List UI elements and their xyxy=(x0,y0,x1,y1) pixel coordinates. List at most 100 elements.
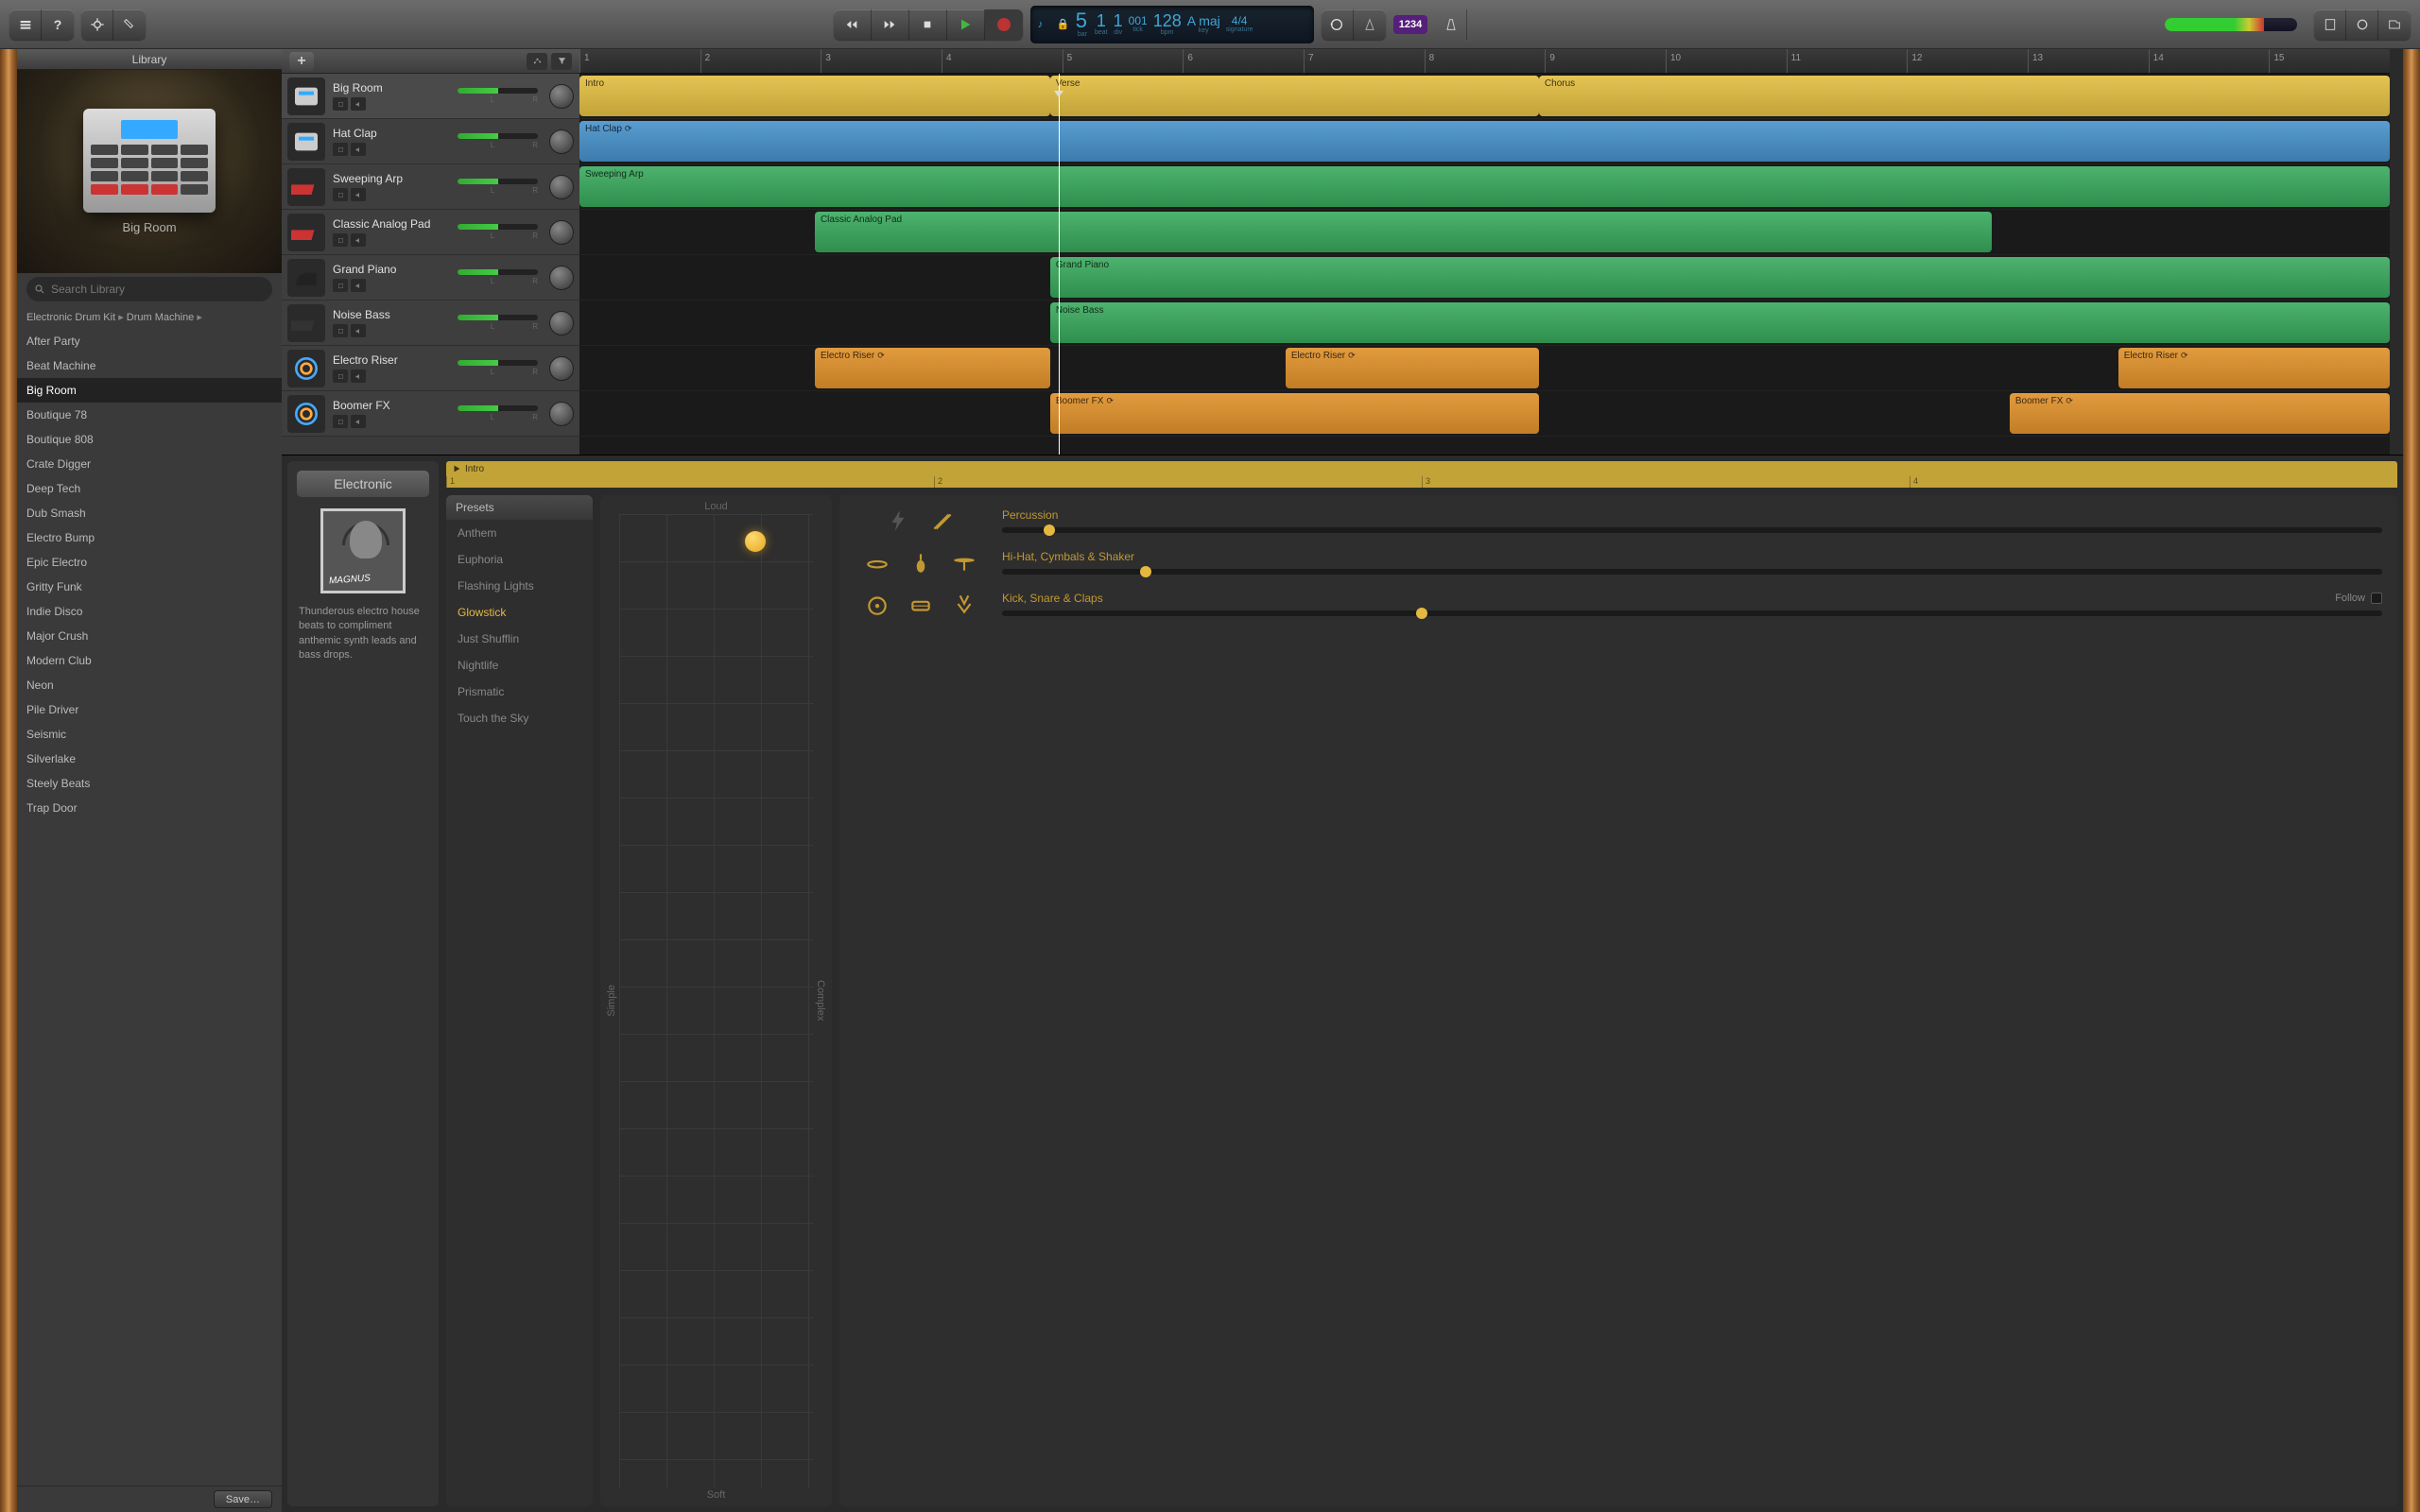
library-toggle-button[interactable] xyxy=(9,9,42,40)
solo-button[interactable] xyxy=(351,415,366,428)
track-pan-knob[interactable] xyxy=(549,356,574,381)
library-item[interactable]: Silverlake xyxy=(17,747,282,771)
mute-button[interactable] xyxy=(333,233,348,247)
metronome-button[interactable] xyxy=(1435,9,1467,40)
sticks-icon[interactable] xyxy=(928,507,957,535)
tambourine-icon[interactable] xyxy=(863,548,891,576)
library-item[interactable]: Boutique 808 xyxy=(17,427,282,452)
track-header[interactable]: Noise Bass LR xyxy=(282,301,579,346)
track-pan-knob[interactable] xyxy=(549,311,574,335)
track-volume-slider[interactable] xyxy=(458,269,538,275)
region[interactable]: Boomer FX⟳ xyxy=(1050,393,1539,434)
mute-button[interactable] xyxy=(333,143,348,156)
region[interactable]: Hat Clap⟳ xyxy=(579,121,2390,162)
library-item[interactable]: Crate Digger xyxy=(17,452,282,476)
track-pan-knob[interactable] xyxy=(549,266,574,290)
library-item[interactable]: Epic Electro xyxy=(17,550,282,575)
rewind-button[interactable] xyxy=(834,9,872,40)
drum-complexity-slider[interactable] xyxy=(1002,610,2382,616)
library-item[interactable]: Major Crush xyxy=(17,624,282,648)
lcd-display[interactable]: ♪ 🔒 5bar 1beat 1div 001tick 128bpm A maj… xyxy=(1030,6,1314,43)
region[interactable]: Intro xyxy=(579,76,1050,116)
drummer-avatar[interactable]: MAGNUS xyxy=(320,508,406,593)
solo-button[interactable] xyxy=(351,369,366,383)
regions-area[interactable]: IntroVerseChorusHat Clap⟳Sweeping ArpCla… xyxy=(579,74,2390,455)
editor-toggle-button[interactable] xyxy=(113,9,146,40)
track-pan-knob[interactable] xyxy=(549,402,574,426)
track-header[interactable]: Sweeping Arp LR xyxy=(282,164,579,210)
preset-item[interactable]: Just Shufflin xyxy=(446,626,593,652)
track-volume-slider[interactable] xyxy=(458,179,538,184)
quick-help-button[interactable] xyxy=(81,9,113,40)
track-pan-knob[interactable] xyxy=(549,129,574,154)
mute-button[interactable] xyxy=(333,188,348,201)
library-item[interactable]: Boutique 78 xyxy=(17,403,282,427)
loop-browser-button[interactable] xyxy=(2346,9,2378,40)
preset-item[interactable]: Prismatic xyxy=(446,679,593,705)
track-volume-slider[interactable] xyxy=(458,224,538,230)
preset-item[interactable]: Touch the Sky xyxy=(446,705,593,731)
shaker-icon[interactable] xyxy=(907,548,935,576)
library-item[interactable]: Modern Club xyxy=(17,648,282,673)
clap-icon[interactable] xyxy=(950,590,978,618)
region[interactable]: Sweeping Arp xyxy=(579,166,2390,207)
playhead[interactable] xyxy=(1059,74,1060,455)
count-in-display[interactable]: 1234 xyxy=(1393,15,1427,34)
library-item[interactable]: Electro Bump xyxy=(17,525,282,550)
solo-button[interactable] xyxy=(351,188,366,201)
xy-puck[interactable] xyxy=(745,531,766,552)
library-item[interactable]: Gritty Funk xyxy=(17,575,282,599)
region[interactable]: Boomer FX⟳ xyxy=(2010,393,2390,434)
region[interactable]: Verse xyxy=(1050,76,1539,116)
add-track-button[interactable]: + xyxy=(289,52,314,71)
timeline-scrollbar[interactable] xyxy=(2390,49,2403,455)
media-browser-button[interactable] xyxy=(2378,9,2411,40)
region[interactable]: Electro Riser⟳ xyxy=(2118,348,2390,388)
library-item[interactable]: Big Room xyxy=(17,378,282,403)
library-item[interactable]: Seismic xyxy=(17,722,282,747)
editor-ruler[interactable]: Intro 1234 xyxy=(446,461,2397,488)
play-button[interactable] xyxy=(947,9,985,40)
bolt-icon[interactable] xyxy=(885,507,913,535)
timeline-ruler[interactable]: 123456789101112131415 xyxy=(579,49,2390,74)
track-volume-slider[interactable] xyxy=(458,360,538,366)
mute-button[interactable] xyxy=(333,279,348,292)
track-header[interactable]: Hat Clap LR xyxy=(282,119,579,164)
preset-item[interactable]: Flashing Lights xyxy=(446,573,593,599)
track-volume-slider[interactable] xyxy=(458,88,538,94)
cymbal-icon[interactable] xyxy=(950,548,978,576)
mute-button[interactable] xyxy=(333,97,348,111)
library-item[interactable]: Neon xyxy=(17,673,282,697)
library-item[interactable]: Deep Tech xyxy=(17,476,282,501)
editor-tab[interactable]: Electronic xyxy=(297,471,429,497)
master-volume-meter[interactable] xyxy=(2165,18,2297,31)
track-header[interactable]: Boomer FX LR xyxy=(282,391,579,437)
library-breadcrumb[interactable]: Electronic Drum Kit ▸ Drum Machine ▸ xyxy=(17,305,282,329)
solo-button[interactable] xyxy=(351,279,366,292)
region[interactable]: Electro Riser⟳ xyxy=(1286,348,1539,388)
track-header[interactable]: Big Room LR xyxy=(282,74,579,119)
region[interactable]: Grand Piano xyxy=(1050,257,2390,298)
library-item[interactable]: After Party xyxy=(17,329,282,353)
track-volume-slider[interactable] xyxy=(458,405,538,411)
region[interactable]: Electro Riser⟳ xyxy=(815,348,1050,388)
stop-button[interactable] xyxy=(909,9,947,40)
preset-item[interactable]: Glowstick xyxy=(446,599,593,626)
mute-button[interactable] xyxy=(333,415,348,428)
forward-button[interactable] xyxy=(872,9,909,40)
preset-item[interactable]: Euphoria xyxy=(446,546,593,573)
solo-button[interactable] xyxy=(351,143,366,156)
region[interactable]: Noise Bass xyxy=(1050,302,2390,343)
track-volume-slider[interactable] xyxy=(458,133,538,139)
drum-complexity-slider[interactable] xyxy=(1002,527,2382,533)
track-volume-slider[interactable] xyxy=(458,315,538,320)
kick-icon[interactable] xyxy=(863,590,891,618)
library-item[interactable]: Dub Smash xyxy=(17,501,282,525)
preset-item[interactable]: Nightlife xyxy=(446,652,593,679)
track-header[interactable]: Grand Piano LR xyxy=(282,255,579,301)
snare-icon[interactable] xyxy=(907,590,935,618)
library-item[interactable]: Beat Machine xyxy=(17,353,282,378)
library-search[interactable]: Search Library xyxy=(26,277,272,301)
drum-complexity-slider[interactable] xyxy=(1002,569,2382,575)
solo-button[interactable] xyxy=(351,233,366,247)
